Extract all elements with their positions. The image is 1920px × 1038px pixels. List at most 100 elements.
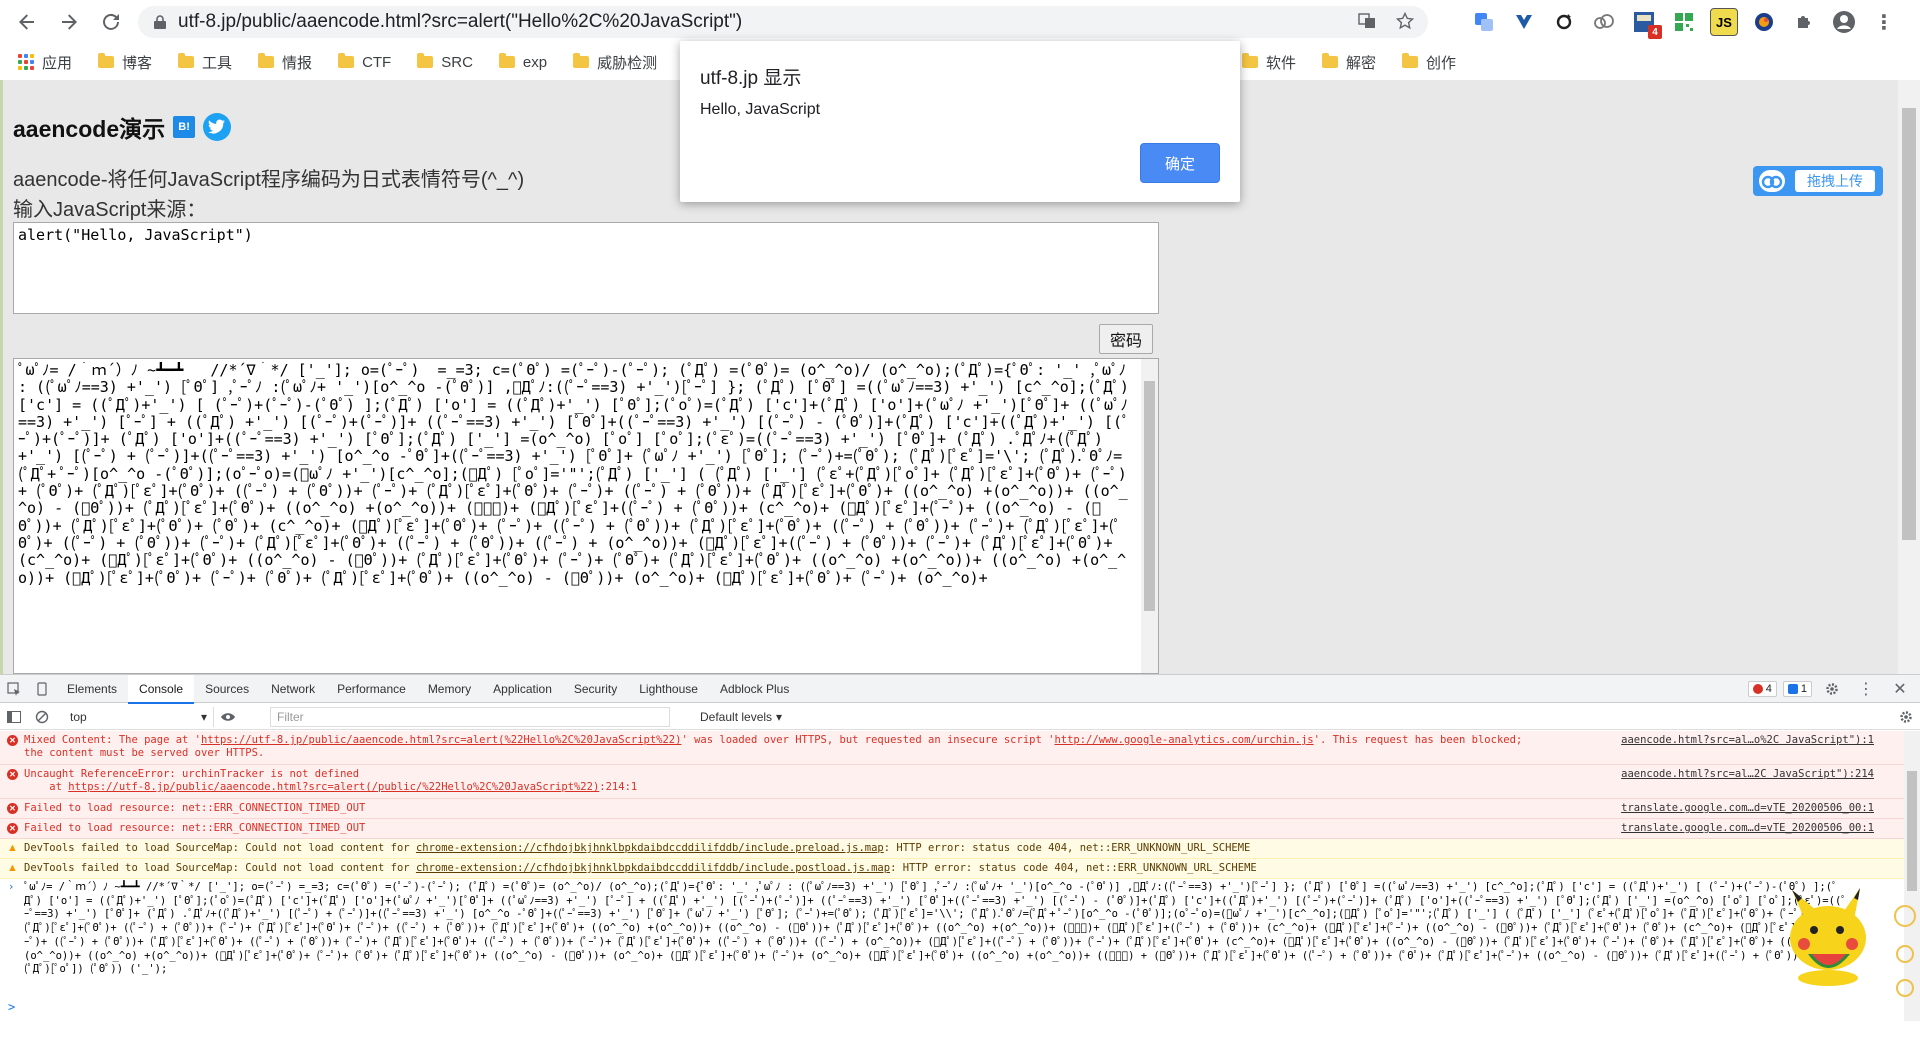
folder-icon xyxy=(1402,53,1418,68)
tab-lighthouse[interactable]: Lighthouse xyxy=(628,675,709,703)
eye-icon[interactable] xyxy=(214,703,242,731)
error-count-badge[interactable]: 4 xyxy=(1747,681,1777,697)
device-toggle-icon[interactable] xyxy=(28,675,56,703)
message-source-link[interactable]: translate.google.com…d=vTE_20200506_00:1 xyxy=(1621,802,1874,815)
error-x-icon: ✕ xyxy=(7,769,18,780)
settings-gear-icon[interactable] xyxy=(1818,675,1846,703)
info-count: 1 xyxy=(1800,683,1807,695)
tab-elements[interactable]: Elements xyxy=(56,675,128,703)
bookmark-folder[interactable]: CTF xyxy=(338,44,391,80)
qr-extension-icon[interactable] xyxy=(1670,8,1698,36)
devtools-menu-icon[interactable]: ⋮ xyxy=(1852,675,1880,703)
profile-avatar-icon[interactable] xyxy=(1830,8,1858,36)
sync-extension-icon[interactable] xyxy=(1550,8,1578,36)
star-icon[interactable] xyxy=(1395,11,1415,35)
bookmark-label: SRC xyxy=(441,53,473,71)
message-text: :214:1 xyxy=(599,781,638,793)
address-bar[interactable]: utf-8.jp/public/aaencode.html?src=alert(… xyxy=(138,6,1428,38)
output-textarea[interactable]: ﾟωﾟﾉ= /｀ｍ´）ﾉ ~┻━┻ //*´∇｀*/ ['_']; o=(ﾟｰﾟ… xyxy=(13,358,1159,674)
bookmark-folder[interactable]: 威胁检测 xyxy=(573,44,657,80)
bookmark-folder[interactable]: 创作 xyxy=(1402,44,1456,80)
devtools-panel: Elements Console Sources Network Perform… xyxy=(0,674,1920,1038)
message-link[interactable]: chrome-extension://cfhdojbkjhnklbpkdaibd… xyxy=(416,842,884,854)
devtools-tabbar: Elements Console Sources Network Perform… xyxy=(0,674,1920,704)
bookmark-folder[interactable]: SRC xyxy=(417,44,473,80)
message-source-link[interactable]: translate.google.com…d=vTE_20200506_00:1 xyxy=(1621,822,1874,835)
pikachu-mascot-image[interactable] xyxy=(1772,870,1882,990)
message-link[interactable]: http://www.google-analytics.com/urchin.j… xyxy=(1054,734,1313,746)
translate-extension-icon[interactable] xyxy=(1470,8,1498,36)
message-text: ' was loaded over HTTPS, but requested a… xyxy=(681,734,1055,746)
upload-widget[interactable]: 拖拽上传 xyxy=(1753,166,1883,196)
inspect-element-icon[interactable] xyxy=(0,675,28,703)
notification-extension-icon[interactable]: 4 xyxy=(1630,8,1662,39)
console-prompt[interactable]: > xyxy=(8,1000,15,1014)
tab-security[interactable]: Security xyxy=(563,675,628,703)
bookmark-folder[interactable]: 博客 xyxy=(98,44,152,80)
folder-icon xyxy=(573,53,590,68)
context-select[interactable]: top ▾ xyxy=(64,706,214,727)
side-decoration-image xyxy=(1892,900,1918,1010)
message-link[interactable]: https://utf-8.jp/public/aaencode.html?sr… xyxy=(68,781,599,793)
bookmark-folder[interactable]: 解密 xyxy=(1322,44,1376,80)
folder-icon xyxy=(258,53,275,68)
back-arrow-icon[interactable] xyxy=(12,7,42,37)
bookmark-folder[interactable]: 工具 xyxy=(178,44,232,80)
bookmark-folder[interactable]: 软件 xyxy=(1242,44,1296,80)
folder-icon xyxy=(417,53,434,68)
page-title: aaencode演示 xyxy=(13,116,166,142)
clear-console-icon[interactable] xyxy=(28,703,56,731)
forward-arrow-icon[interactable] xyxy=(54,7,84,37)
js-extension-icon[interactable]: JS xyxy=(1710,8,1738,36)
scrollbar-thumb[interactable] xyxy=(1144,381,1155,611)
lock-icon[interactable] xyxy=(154,15,166,29)
tab-adblock-plus[interactable]: Adblock Plus xyxy=(709,675,800,703)
levels-label: Default levels xyxy=(700,709,773,724)
source-label: 输入JavaScript来源： xyxy=(13,199,207,221)
translate-icon[interactable] xyxy=(1358,12,1376,35)
bookmark-folder[interactable]: exp xyxy=(498,44,547,80)
error-icon xyxy=(1752,684,1763,694)
message-link[interactable]: chrome-extension://cfhdojbkjhnklbpkdaibd… xyxy=(416,862,890,874)
message-link[interactable]: https://utf-8.jp/public/aaencode.html?sr… xyxy=(201,734,681,746)
message-text: at xyxy=(24,781,69,793)
filter-input[interactable]: Filter xyxy=(270,706,670,727)
tab-console[interactable]: Console xyxy=(128,674,195,704)
bookmark-label: 工具 xyxy=(202,54,233,72)
message-source-link[interactable]: aaencode.html?src=al…2C JavaScript"):214 xyxy=(1621,768,1874,781)
source-textarea[interactable]: alert("Hello, JavaScript") xyxy=(13,222,1159,314)
page-scrollbar[interactable] xyxy=(1898,80,1920,674)
sidebar-toggle-icon[interactable] xyxy=(0,703,28,731)
scrollbar-thumb[interactable] xyxy=(1907,771,1917,891)
ok-button[interactable]: 确定 xyxy=(1140,143,1220,183)
twitter-icon[interactable] xyxy=(203,113,232,141)
scrollbar-thumb[interactable] xyxy=(1902,108,1916,540)
cloud-extension-icon[interactable] xyxy=(1590,8,1618,36)
console-settings-gear-icon[interactable] xyxy=(1892,703,1920,731)
reload-icon[interactable] xyxy=(96,7,126,37)
folder-icon xyxy=(1322,53,1338,68)
page-description: aaencode-将任何JavaScript程序编码为日式表情符号(^_^) xyxy=(13,169,525,191)
menu-kebab-icon[interactable]: ⋮ xyxy=(1870,8,1898,36)
close-icon[interactable]: ✕ xyxy=(1886,675,1914,703)
bookmark-label: 情报 xyxy=(282,54,313,72)
output-scrollbar[interactable] xyxy=(1141,359,1158,673)
tab-memory[interactable]: Memory xyxy=(417,675,482,703)
message-source-link[interactable]: aaencode.html?src=al…o%2C JavaScript"):1 xyxy=(1621,734,1874,747)
colorful-extension-icon[interactable] xyxy=(1750,8,1778,36)
bookmark-apps[interactable]: 应用 xyxy=(18,44,72,80)
tab-sources[interactable]: Sources xyxy=(194,675,260,703)
puzzle-extensions-icon[interactable] xyxy=(1790,8,1818,36)
bookmark-folder[interactable]: 情报 xyxy=(258,44,312,80)
message-text: : HTTP error: status code 404, net::ERR_… xyxy=(883,842,1251,854)
tab-performance[interactable]: Performance xyxy=(326,675,417,703)
hatena-bookmark-icon[interactable]: B! xyxy=(173,116,196,138)
info-count-badge[interactable]: 1 xyxy=(1782,681,1812,697)
message-text: Uncaught ReferenceError: urchinTracker i… xyxy=(24,768,360,780)
levels-dropdown[interactable]: Default levels ▾ xyxy=(700,710,782,724)
tab-network[interactable]: Network xyxy=(260,675,326,703)
vue-devtools-icon[interactable] xyxy=(1510,8,1538,36)
message-text: DevTools failed to load SourceMap: Could… xyxy=(24,842,416,854)
encode-button[interactable]: 密码 xyxy=(1099,324,1153,354)
tab-application[interactable]: Application xyxy=(482,675,563,703)
